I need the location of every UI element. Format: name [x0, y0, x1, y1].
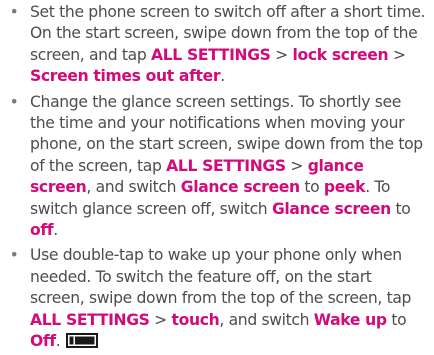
- text-run: , and switch: [219, 310, 314, 329]
- bold-term: Glance screen: [271, 199, 391, 218]
- text-run: , and switch: [86, 178, 181, 197]
- text-run: to: [299, 178, 324, 197]
- text-run: >: [388, 45, 406, 64]
- tip-text: Set the phone screen to switch off after…: [30, 2, 426, 88]
- bold-term: off: [30, 221, 54, 240]
- text-run: .: [220, 67, 225, 86]
- bold-term: Screen times out after: [30, 67, 221, 86]
- tip-screen-timeout: • Set the phone screen to switch off aft…: [6, 2, 426, 88]
- bold-term: Glance screen: [180, 178, 300, 197]
- bold-term: ALL SETTINGS: [166, 156, 286, 175]
- tips-list: • Set the phone screen to switch off aft…: [6, 2, 426, 355]
- text-run: >: [149, 310, 172, 329]
- tip-double-tap: • Use double-tap to wake up your phone o…: [6, 245, 426, 354]
- bullet-point: •: [9, 92, 19, 111]
- bold-term: Wake up: [313, 310, 387, 329]
- text-run: to: [386, 310, 407, 329]
- tip-glance-screen: • Change the glance screen settings. To …: [6, 92, 426, 242]
- bold-term: ALL SETTINGS: [150, 45, 271, 64]
- text-run: >: [285, 156, 308, 175]
- bullet-point: •: [9, 3, 19, 21]
- toggle-off-icon: [66, 333, 99, 354]
- text-run: .: [55, 332, 61, 351]
- bold-term: peek: [323, 178, 366, 197]
- bold-term: Off: [30, 332, 56, 351]
- tip-text: Use double-tap to wake up your phone onl…: [30, 245, 426, 354]
- bold-term: lock screen: [292, 45, 389, 64]
- bullet-point: •: [9, 246, 19, 265]
- text-run: to: [390, 199, 411, 218]
- bold-term: touch: [171, 310, 220, 329]
- bold-term: ALL SETTINGS: [30, 310, 150, 329]
- text-run: .: [53, 221, 58, 240]
- text-run: >: [270, 45, 293, 64]
- tip-text: Change the glance screen settings. To sh…: [30, 92, 426, 242]
- document-page: • Set the phone screen to switch off aft…: [0, 0, 434, 354]
- text-run: Use double-tap to wake up your phone onl…: [30, 246, 412, 308]
